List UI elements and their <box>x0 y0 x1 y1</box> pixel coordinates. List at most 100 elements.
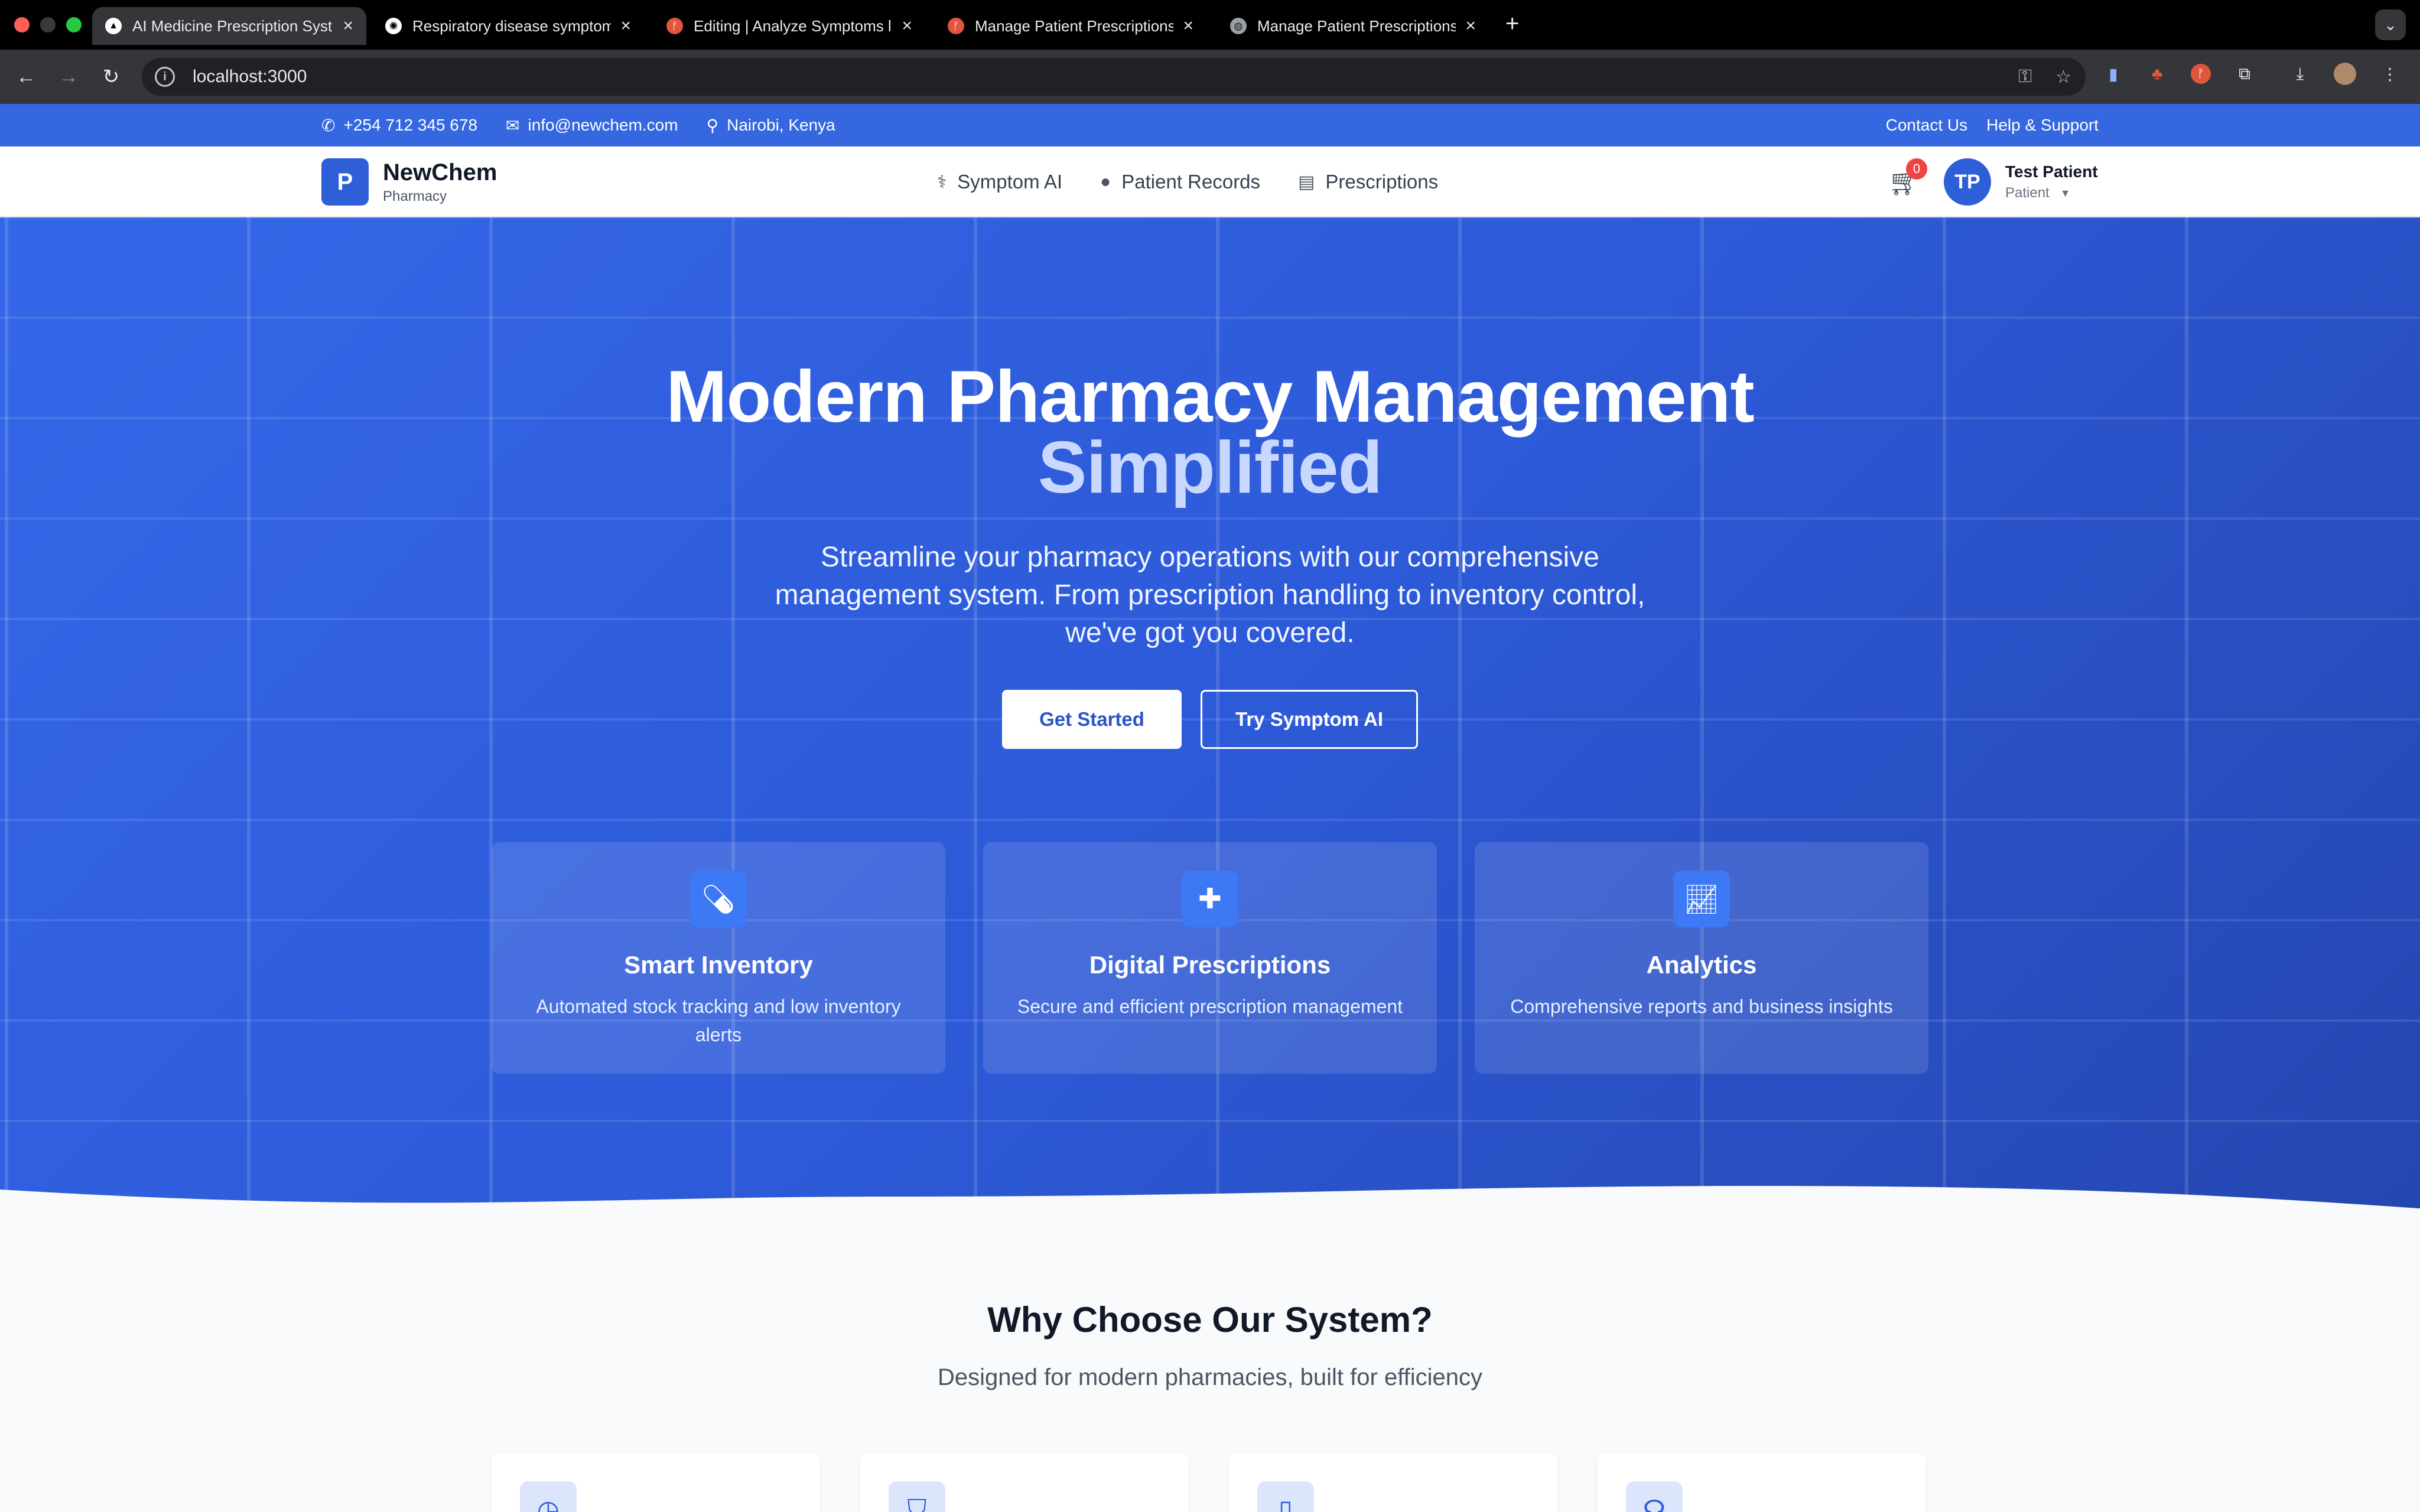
hero-title-accent: Simplified <box>1037 427 1383 509</box>
benefit-card: ⛉ <box>860 1453 1189 1512</box>
help-support-link[interactable]: Help & Support <box>1986 116 2099 135</box>
forward-arrow-icon[interactable]: → <box>47 66 90 89</box>
user-avatar: TP <box>1944 158 1991 206</box>
feature-description: Comprehensive reports and business insig… <box>1510 996 1893 1017</box>
extensions-area: ▮ ♣ ᚠ ⧉ ⤓ ⋮ <box>2103 63 2400 85</box>
mobile-icon: ▯ <box>1257 1481 1314 1512</box>
nav-link-label: Prescriptions <box>1325 171 1439 193</box>
address-bar[interactable]: i localhost:3000 ⚿ ☆ <box>142 58 2086 96</box>
close-tab-icon[interactable]: × <box>1465 16 1476 36</box>
phone-number: +254 712 345 678 <box>343 116 478 134</box>
pills-icon: 💊︎ <box>690 871 747 927</box>
feature-card-analytics: 📈︎ Analytics Comprehensive reports and b… <box>1475 842 1928 1074</box>
email-info: ✉ info@newchem.com <box>506 116 678 135</box>
support-links: Contact Us Help & Support <box>1886 104 2099 146</box>
globe-icon: ◍ <box>1230 18 1247 34</box>
close-tab-icon[interactable]: × <box>902 16 912 36</box>
chart-line-icon: 📈︎ <box>1673 871 1730 927</box>
user-role-label: Patient <box>2005 185 2050 201</box>
close-tab-icon[interactable]: × <box>620 16 631 36</box>
contact-us-link[interactable]: Contact Us <box>1886 116 1968 135</box>
cart-button[interactable]: 🛒︎ 0 <box>1888 158 1927 197</box>
brand-logo-link[interactable]: P NewChem Pharmacy <box>321 158 497 206</box>
hero-actions: Get Started Try Symptom AI <box>1002 690 1418 749</box>
benefit-card: ▯ <box>1229 1453 1557 1512</box>
orange-extension-icon[interactable]: ᚠ <box>2191 64 2211 84</box>
browser-tab[interactable]: ✺ Respiratory disease symptom × <box>372 7 644 45</box>
close-tab-icon[interactable]: × <box>1183 16 1193 36</box>
user-menu[interactable]: TP Test Patient Patient ▼ <box>1944 158 2098 206</box>
nav-link-prescriptions[interactable]: ▤ Prescriptions <box>1298 171 1438 193</box>
map-pin-icon: ⚲ <box>706 116 719 135</box>
openai-icon: ✺ <box>385 18 402 34</box>
browser-tab[interactable]: ▲ AI Medicine Prescription Syst × <box>92 7 366 45</box>
orange-app-icon: ᚠ <box>948 18 964 34</box>
email-address: info@newchem.com <box>528 116 678 134</box>
nav-links: ⚕ Symptom AI ● Patient Records ▤ Prescri… <box>937 146 1438 217</box>
user-doctor-icon: ⚕ <box>937 172 947 192</box>
feature-card-smart-inventory: 💊︎ Smart Inventory Automated stock track… <box>492 842 945 1074</box>
benefit-card: ☊ <box>1598 1453 1926 1512</box>
more-menu-icon[interactable]: ⋮ <box>2380 64 2400 84</box>
benefit-card: ◷ <box>492 1453 820 1512</box>
browser-tab[interactable]: ◍ Manage Patient Prescriptions × <box>1217 7 1489 45</box>
document-extension-icon[interactable]: ▮ <box>2103 64 2123 84</box>
phone-icon: ✆ <box>321 116 336 135</box>
feature-description: Secure and efficient prescription manage… <box>1017 996 1403 1017</box>
envelope-icon: ✉ <box>506 116 520 135</box>
tab-title: Editing | Analyze Symptoms li <box>694 17 893 35</box>
puzzle-extensions-icon[interactable]: ⧉ <box>2234 64 2255 84</box>
contact-details: ✆ +254 712 345 678 ✉ info@newchem.com ⚲ … <box>321 104 835 146</box>
browser-tab[interactable]: ᚠ Editing | Analyze Symptoms li × <box>653 7 925 45</box>
location-info: ⚲ Nairobi, Kenya <box>707 116 835 135</box>
file-prescription-icon: ▤ <box>1298 172 1315 192</box>
minimize-window-button[interactable] <box>40 17 56 32</box>
browser-tab-bar: ▲ AI Medicine Prescription Syst × ✺ Resp… <box>0 0 2420 50</box>
user-role: Patient ▼ <box>2005 185 2098 201</box>
feature-description: Automated stock tracking and low invento… <box>536 996 901 1045</box>
tab-title: Manage Patient Prescriptions <box>975 17 1174 35</box>
tab-search-chevron-icon[interactable]: ⌄ <box>2375 9 2406 40</box>
close-window-button[interactable] <box>14 17 30 32</box>
hero-section: Modern Pharmacy Management Simplified St… <box>0 217 2420 1226</box>
fox-extension-icon[interactable]: ♣ <box>2147 64 2167 84</box>
hero-title: Modern Pharmacy Management Simplified <box>0 360 2420 509</box>
close-tab-icon[interactable]: × <box>343 16 353 36</box>
bookmark-star-icon[interactable]: ☆ <box>2055 67 2071 87</box>
try-symptom-ai-button[interactable]: Try Symptom AI <box>1201 690 1418 749</box>
feature-card-digital-prescriptions: ✚ Digital Prescriptions Secure and effic… <box>983 842 1437 1074</box>
logo-badge: P <box>321 158 369 206</box>
clock-icon: ◷ <box>520 1481 577 1512</box>
back-arrow-icon[interactable]: ← <box>5 66 47 89</box>
browser-toolbar: ← → ↻ i localhost:3000 ⚿ ☆ ▮ ♣ ᚠ ⧉ ⤓ ⋮ <box>0 50 2420 104</box>
maximize-window-button[interactable] <box>66 17 82 32</box>
browser-tab[interactable]: ᚠ Manage Patient Prescriptions × <box>935 7 1206 45</box>
why-section-title: Why Choose Our System? <box>987 1300 1433 1340</box>
user-info: Test Patient Patient ▼ <box>2005 162 2098 201</box>
omnibox-actions: ⚿ ☆ <box>2018 67 2071 87</box>
headset-icon: ☊ <box>1626 1481 1683 1512</box>
nav-link-label: Symptom AI <box>957 171 1063 193</box>
brand-subtitle: Pharmacy <box>383 188 447 204</box>
tab-title: AI Medicine Prescription Syst <box>132 17 333 35</box>
site-info-icon[interactable]: i <box>155 67 175 87</box>
shield-icon: ⛉ <box>889 1481 945 1512</box>
triangle-logo-icon: ▲ <box>105 18 122 34</box>
download-icon[interactable]: ⤓ <box>2290 64 2310 84</box>
hero-title-line: Modern Pharmacy Management <box>666 356 1754 438</box>
tab-title: Manage Patient Prescriptions <box>1257 17 1456 35</box>
nav-link-label: Patient Records <box>1121 171 1261 193</box>
nav-link-symptom-ai[interactable]: ⚕ Symptom AI <box>937 171 1062 193</box>
reload-icon[interactable]: ↻ <box>90 65 132 89</box>
main-navigation: P NewChem Pharmacy ⚕ Symptom AI ● Patien… <box>0 146 2420 217</box>
profile-avatar[interactable] <box>2334 63 2356 85</box>
orange-app-icon: ᚠ <box>666 18 683 34</box>
new-tab-button[interactable]: + <box>1505 11 1519 37</box>
nav-link-patient-records[interactable]: ● Patient Records <box>1100 171 1260 193</box>
why-section-subtitle: Designed for modern pharmacies, built fo… <box>938 1364 1482 1390</box>
get-started-button[interactable]: Get Started <box>1002 690 1182 749</box>
tab-title: Respiratory disease symptom <box>412 17 611 35</box>
file-medical-icon: ✚ <box>1182 871 1238 927</box>
caret-down-icon: ▼ <box>2060 187 2071 199</box>
password-key-icon[interactable]: ⚿ <box>2018 67 2032 87</box>
